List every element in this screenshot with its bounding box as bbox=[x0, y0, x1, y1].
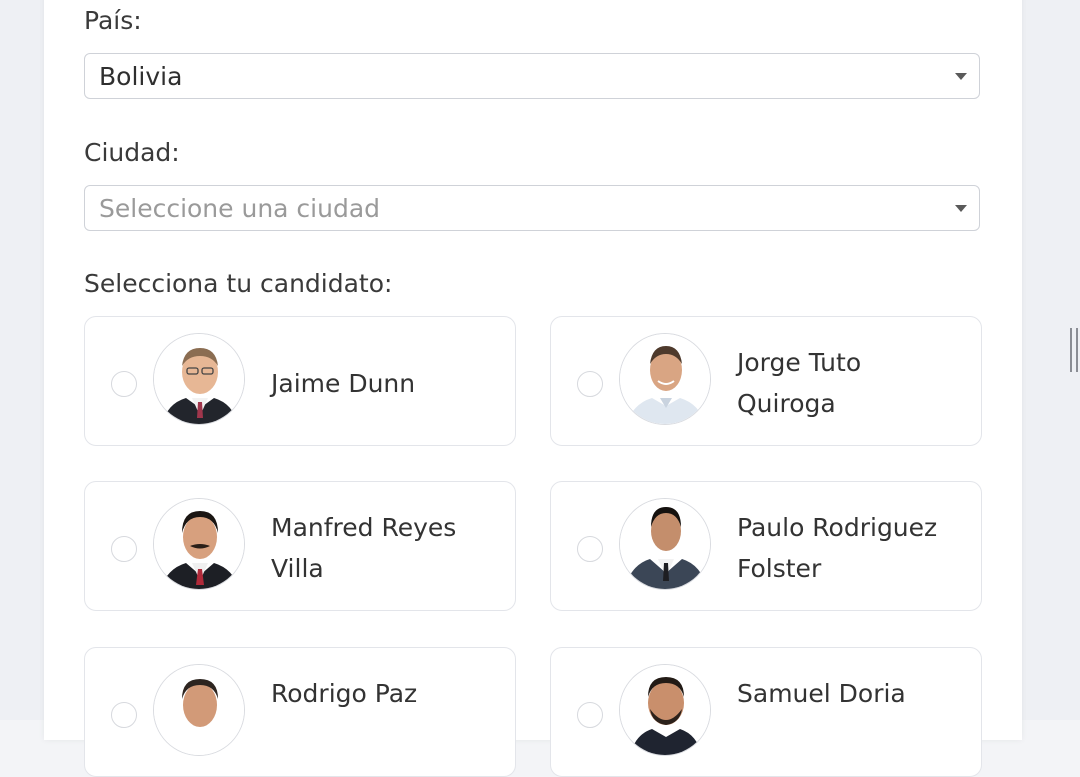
country-select-value: Bolivia bbox=[99, 62, 183, 91]
candidate-name: Rodrigo Paz bbox=[271, 679, 418, 708]
candidate-option-samuel-doria[interactable]: Samuel Doria bbox=[550, 647, 982, 777]
candidate-radio[interactable] bbox=[577, 371, 603, 397]
chevron-down-icon bbox=[955, 73, 967, 80]
page-background-left bbox=[0, 0, 44, 720]
city-label: Ciudad: bbox=[84, 138, 180, 167]
candidate-radio[interactable] bbox=[577, 702, 603, 728]
candidate-radio[interactable] bbox=[111, 371, 137, 397]
city-select-placeholder: Seleccione una ciudad bbox=[99, 194, 381, 223]
candidate-photo bbox=[153, 498, 245, 590]
candidate-photo bbox=[619, 333, 711, 425]
candidate-option-jorge-tuto-quiroga[interactable]: Jorge Tuto Quiroga bbox=[550, 316, 982, 446]
candidate-photo bbox=[619, 664, 711, 756]
candidate-photo bbox=[153, 664, 245, 756]
city-select[interactable]: Seleccione una ciudad bbox=[84, 185, 980, 231]
chevron-down-icon bbox=[955, 205, 967, 212]
candidate-radio[interactable] bbox=[111, 702, 137, 728]
candidate-option-paulo-rodriguez-folster[interactable]: Paulo Rodriguez Folster bbox=[550, 481, 982, 611]
candidate-name: Manfred Reyes Villa bbox=[271, 513, 457, 583]
candidate-option-rodrigo-paz[interactable]: Rodrigo Paz bbox=[84, 647, 516, 777]
candidate-photo bbox=[153, 333, 245, 425]
country-label: País: bbox=[84, 6, 142, 35]
candidate-option-manfred-reyes-villa[interactable]: Manfred Reyes Villa bbox=[84, 481, 516, 611]
candidate-radio[interactable] bbox=[111, 536, 137, 562]
candidate-radio[interactable] bbox=[577, 536, 603, 562]
candidate-name: Paulo Rodriguez Folster bbox=[737, 513, 938, 583]
candidate-option-jaime-dunn[interactable]: Jaime Dunn bbox=[84, 316, 516, 446]
candidate-name: Samuel Doria bbox=[737, 679, 906, 708]
candidate-name: Jorge Tuto Quiroga bbox=[737, 348, 862, 418]
candidate-name: Jaime Dunn bbox=[271, 369, 416, 398]
scroll-handle-icon[interactable] bbox=[1070, 328, 1078, 372]
candidate-section-label: Selecciona tu candidato: bbox=[84, 269, 393, 298]
candidate-photo bbox=[619, 498, 711, 590]
country-select[interactable]: Bolivia bbox=[84, 53, 980, 99]
